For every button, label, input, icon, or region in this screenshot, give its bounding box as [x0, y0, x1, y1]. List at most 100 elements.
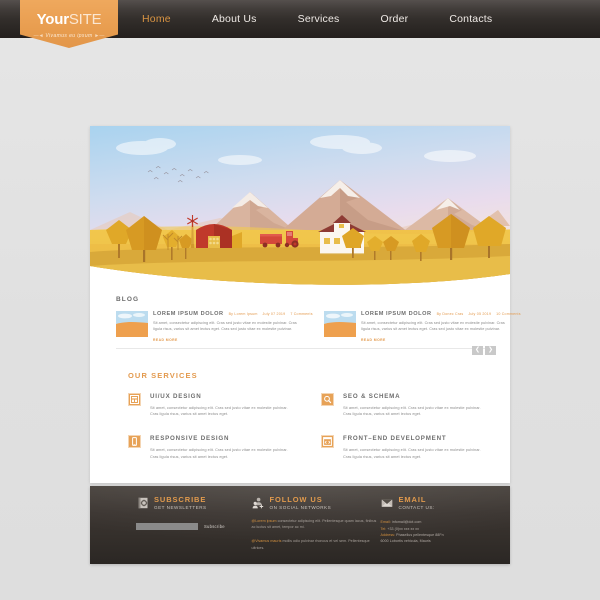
tagline-dash-right: ►— — [94, 33, 105, 39]
service-title: FRONT–END DEVELOPMENT — [343, 435, 447, 443]
section-divider — [116, 347, 496, 349]
contact-key: Address: — [380, 532, 396, 537]
nav-item-about-us[interactable]: About Us — [212, 13, 257, 25]
site-logo[interactable]: YourSITE —◄ Vivamus eu ipsum ►— — [20, 0, 118, 48]
main-content-card: BLOG LOREM IPSUM DOLOR By Lorem Ipsum Ju… — [90, 126, 521, 483]
footer-email-title: EMAIL — [398, 495, 427, 504]
service-text-block: UI/UX DESIGN Sit amet, consectetur adipi… — [150, 393, 297, 419]
service-description: Sit amet, consectetur adipiscing elit. C… — [343, 447, 481, 459]
blog-post-body: LOREM IPSUM DOLOR By Donec Cras July 05 … — [361, 311, 521, 342]
service-item-frontend[interactable]: FRONT–END DEVELOPMENT Sit amet, consecte… — [321, 435, 490, 461]
users-icon — [252, 497, 265, 510]
blog-post-author: By Lorem Ipsum — [228, 312, 258, 316]
blog-post-comments[interactable]: 7 Comments — [290, 312, 312, 316]
blog-post-comments[interactable]: 10 Comments — [496, 312, 521, 316]
main-menu: Home About Us Services Order Contacts — [142, 13, 492, 25]
hero-banner — [90, 126, 510, 286]
footer-email-header: EMAIL CONTACT US: — [381, 495, 497, 511]
service-description: Sit amet, consectetur adipiscing elit. C… — [150, 447, 288, 459]
nav-item-home[interactable]: Home — [142, 13, 171, 25]
blog-post-thumbnail — [324, 311, 356, 337]
footer-email-subtitle: CONTACT US: — [398, 505, 435, 511]
footer-follow-text: FOLLOW US ON SOCIAL NETWORKS — [269, 495, 332, 511]
service-text-block: SEO & SCHEMA Sit amet, consectetur adipi… — [343, 393, 490, 419]
footer-subscribe-text: SUBSCRIBE GET NEWSLETTERS — [154, 495, 207, 511]
footer-email-column: EMAIL CONTACT US: Email: infomail@dot.co… — [381, 495, 497, 554]
nav-item-order[interactable]: Order — [380, 13, 408, 25]
footer-subscribe-title: SUBSCRIBE — [154, 495, 207, 504]
layout-icon — [128, 392, 141, 406]
subscribe-button[interactable]: Subscribe — [204, 524, 225, 529]
mobile-icon — [128, 435, 141, 449]
contact-value: 6000 Lobortis vehicula, Mauris — [380, 539, 431, 544]
blog-post-thumbnail — [116, 311, 148, 337]
nav-item-contacts[interactable]: Contacts — [449, 13, 492, 25]
service-description: Sit amet, consectetur adipiscing elit. C… — [150, 404, 288, 417]
contact-details: Email: infomail@dot.com Tel: +33 (0)xx x… — [381, 519, 497, 544]
service-text-block: FRONT–END DEVELOPMENT Sit amet, consecte… — [343, 435, 490, 461]
tagline-dash-left: —◄ — [33, 33, 44, 39]
blog-post-body: LOREM IPSUM DOLOR By Lorem Ipsum July 07… — [153, 311, 312, 342]
subscribe-form: Subscribe — [136, 523, 252, 531]
tagline-text: Vivamus eu ipsum — [45, 33, 93, 39]
contact-value[interactable]: infomail@dot.com — [391, 520, 422, 524]
blog-post-list: LOREM IPSUM DOLOR By Lorem Ipsum July 07… — [116, 311, 521, 342]
service-title: RESPONSIVE DESIGN — [150, 435, 230, 443]
logo-wordmark: YourSITE — [37, 12, 102, 27]
contact-value: +33 (0)xx xxx xx xx — [386, 526, 419, 531]
site-footer: SUBSCRIBE GET NEWSLETTERS Subscribe FOLL… — [90, 486, 510, 564]
contact-value: Phasellus pellentesque 88Fn — [395, 532, 444, 537]
services-grid: UI/UX DESIGN Sit amet, consectetur adipi… — [128, 392, 490, 461]
blog-post-title[interactable]: LOREM IPSUM DOLOR — [153, 311, 224, 317]
blog-post-date: July 05 2019 — [468, 312, 492, 316]
footer-follow-title: FOLLOW US — [269, 495, 323, 504]
blog-post-date: July 07 2019 — [262, 312, 286, 316]
logo-word-site: SITE — [68, 11, 102, 28]
services-section-title: OUR SERVICES — [128, 370, 198, 380]
blog-post-excerpt: Sit amet, consectetur adipiscing elit. C… — [153, 321, 297, 332]
footer-follow-column: FOLLOW US ON SOCIAL NETWORKS @Lorem ipsu… — [252, 495, 381, 554]
social-handle[interactable]: @Lorem ipsum — [252, 519, 277, 523]
blog-post[interactable]: LOREM IPSUM DOLOR By Donec Cras July 05 … — [324, 311, 521, 342]
blog-post-excerpt: Sit amet, consectetur adipiscing elit. C… — [361, 321, 505, 332]
social-post: @Vivamus mauris mollis odio pulvinar rho… — [252, 538, 381, 550]
footer-subscribe-subtitle: GET NEWSLETTERS — [154, 505, 207, 511]
magnifier-icon — [321, 392, 334, 406]
footer-email-text: EMAIL CONTACT US: — [398, 495, 435, 511]
blog-next-button[interactable]: ❯ — [485, 345, 496, 355]
service-item-seo[interactable]: SEO & SCHEMA Sit amet, consectetur adipi… — [321, 392, 490, 419]
footer-columns: SUBSCRIBE GET NEWSLETTERS Subscribe FOLL… — [90, 495, 497, 554]
service-item-responsive[interactable]: RESPONSIVE DESIGN Sit amet, consectetur … — [128, 435, 297, 461]
blog-post-read-more[interactable]: READ MORE — [361, 338, 510, 342]
blog-post[interactable]: LOREM IPSUM DOLOR By Lorem Ipsum July 07… — [116, 311, 312, 342]
blog-section: BLOG LOREM IPSUM DOLOR By Lorem Ipsum Ju… — [90, 286, 521, 357]
hero-illustration — [90, 126, 510, 285]
services-section: OUR SERVICES UI/UX DESIGN Sit amet, cons… — [90, 357, 510, 483]
service-text-block: RESPONSIVE DESIGN Sit amet, consectetur … — [150, 435, 297, 461]
service-title: UI/UX DESIGN — [150, 392, 202, 400]
contact-line: 6000 Lobortis vehicula, Mauris — [381, 538, 497, 544]
footer-follow-subtitle: ON SOCIAL NETWORKS — [269, 505, 332, 511]
envelope-icon — [381, 497, 394, 510]
code-window-icon — [321, 435, 334, 449]
social-post: @Lorem ipsum consectetur adipiscing elit… — [252, 518, 381, 530]
logo-tagline: —◄ Vivamus eu ipsum ►— — [34, 33, 105, 39]
blog-post-author: By Donec Cras — [436, 312, 464, 316]
service-item-uiux[interactable]: UI/UX DESIGN Sit amet, consectetur adipi… — [128, 392, 297, 419]
service-title: SEO & SCHEMA — [343, 392, 401, 400]
service-description: Sit amet, consectetur adipiscing elit. C… — [343, 404, 481, 417]
subscribe-email-input[interactable] — [136, 523, 198, 531]
blog-post-title[interactable]: LOREM IPSUM DOLOR — [361, 311, 432, 317]
social-handle[interactable]: @Vivamus mauris — [252, 539, 282, 543]
footer-subscribe-column: SUBSCRIBE GET NEWSLETTERS Subscribe — [90, 495, 252, 554]
blog-section-title: BLOG — [116, 296, 140, 303]
contact-key: Email: — [380, 520, 391, 525]
logo-word-your: Your — [36, 11, 69, 28]
blog-post-read-more[interactable]: READ MORE — [153, 338, 302, 342]
blog-slider-controls: ❮ ❯ — [472, 345, 496, 355]
newsletter-icon — [136, 497, 149, 510]
blog-post-header: LOREM IPSUM DOLOR By Donec Cras July 05 … — [361, 311, 521, 317]
blog-prev-button[interactable]: ❮ — [472, 345, 483, 355]
footer-subscribe-header: SUBSCRIBE GET NEWSLETTERS — [136, 495, 252, 511]
nav-item-services[interactable]: Services — [298, 13, 340, 25]
